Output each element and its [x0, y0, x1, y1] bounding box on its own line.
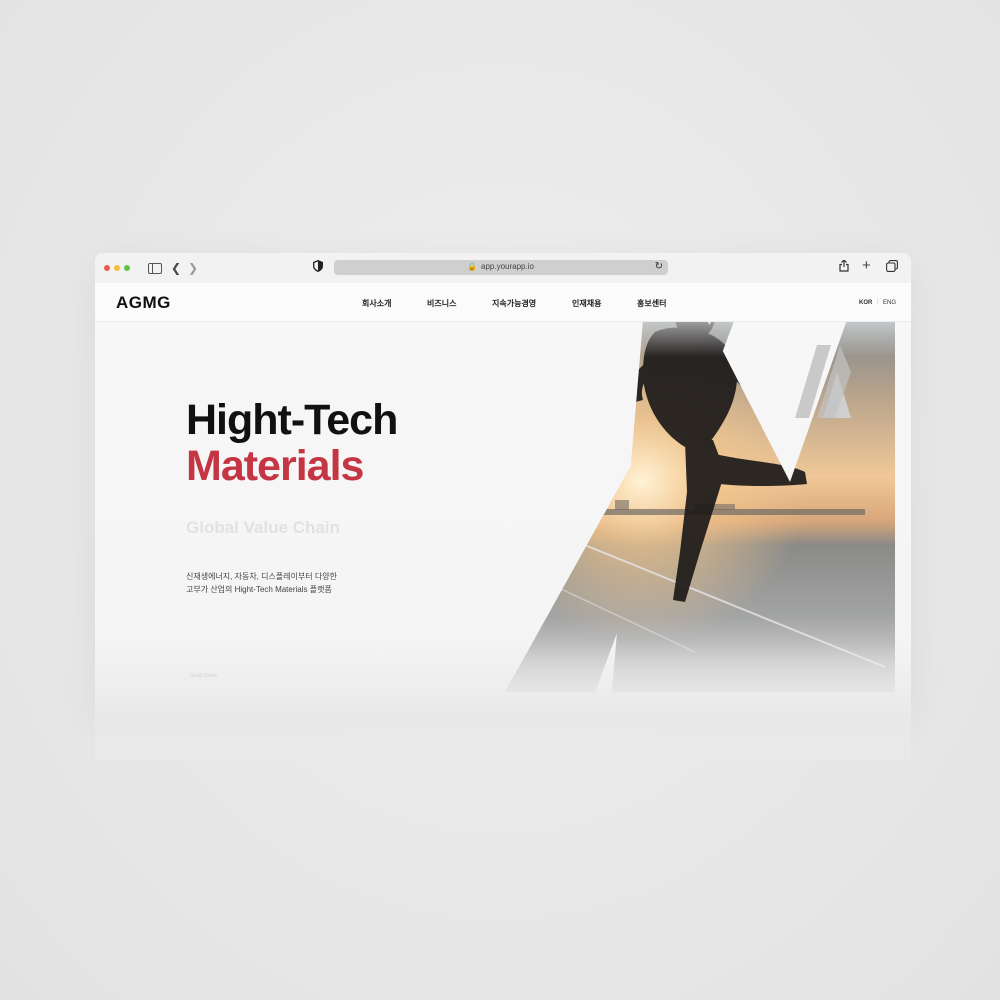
- nav-item-pr-center[interactable]: 홍보센터: [637, 298, 666, 309]
- nav-item-company[interactable]: 회사소개: [362, 298, 391, 309]
- hero-description-line2: 고부가 산업의 Hight-Tech Materials 플랫폼: [186, 585, 332, 594]
- hero-subtitle: Global Value Chain: [186, 518, 340, 537]
- lock-icon: 🔒: [467, 262, 477, 271]
- url-text: app.yourapp.io: [481, 262, 534, 271]
- lang-kor-link[interactable]: KOR: [859, 300, 872, 306]
- browser-toolbar: ❮ ❯ 🔒 app.yourapp.io ↻ +: [95, 253, 911, 284]
- shield-icon[interactable]: [313, 260, 323, 276]
- tab-overview-icon[interactable]: [886, 260, 898, 276]
- nav-item-sustainability[interactable]: 지속가능경영: [492, 298, 536, 309]
- forward-icon[interactable]: ❯: [188, 260, 198, 276]
- minimize-window-button[interactable]: [114, 265, 120, 271]
- hero-description: 신재생에너지, 자동차, 디스플레이부터 다양한 고부가 산업의 Hight-T…: [186, 570, 337, 596]
- hero-section: Hight-Tech Materials Global Value Chain …: [95, 322, 911, 713]
- new-tab-icon[interactable]: +: [862, 258, 871, 274]
- site-header: AGMG 회사소개 비즈니스 지속가능경영 인재채용 홍보센터 KOR | EN…: [95, 283, 911, 322]
- share-icon[interactable]: [839, 259, 849, 276]
- sidebar-toggle-icon[interactable]: [148, 263, 162, 274]
- scroll-down-indicator[interactable]: Scroll Down: [190, 673, 217, 679]
- lang-separator: |: [877, 299, 879, 305]
- back-icon[interactable]: ❮: [171, 260, 181, 276]
- hero-title-line2: Materials: [186, 442, 364, 490]
- hero-description-line1: 신재생에너지, 자동차, 디스플레이부터 다양한: [186, 572, 337, 581]
- close-window-button[interactable]: [104, 265, 110, 271]
- hero-title-line1: Hight-Tech: [186, 396, 398, 444]
- reload-icon[interactable]: ↻: [655, 261, 663, 272]
- nav-item-business[interactable]: 비즈니스: [427, 298, 456, 309]
- site-logo[interactable]: AGMG: [116, 293, 171, 313]
- nav-item-careers[interactable]: 인재채용: [572, 298, 601, 309]
- browser-window: ❮ ❯ 🔒 app.yourapp.io ↻ + AGMG 회사소개 비즈니스 …: [95, 253, 911, 713]
- lang-eng-link[interactable]: ENG: [883, 300, 896, 306]
- zoom-window-button[interactable]: [124, 265, 130, 271]
- address-bar[interactable]: 🔒 app.yourapp.io ↻: [334, 260, 668, 275]
